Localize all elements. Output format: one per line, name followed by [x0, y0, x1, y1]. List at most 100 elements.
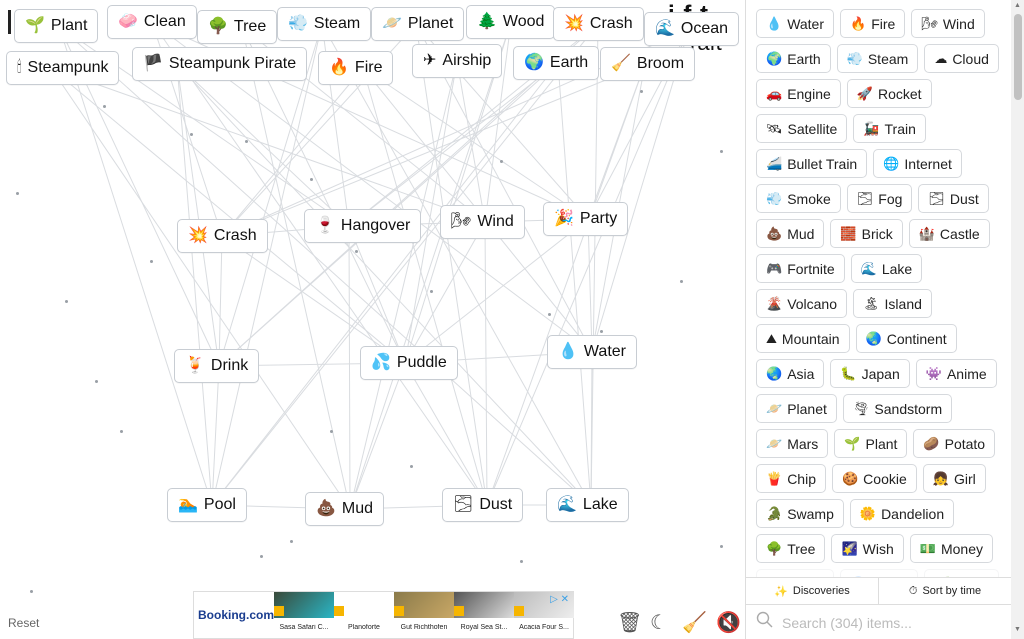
sidebar-item-planet[interactable]: 🪐 Planet [756, 394, 837, 423]
canvas-element-ocean[interactable]: 🌊 Ocean [644, 12, 740, 46]
canvas-element-dust[interactable]: 🌫 Dust [442, 488, 524, 522]
sidebar-item-volcano[interactable]: 🌋 Volcano [756, 289, 848, 318]
ad-tile[interactable]: Royal Sea St... [454, 592, 514, 638]
canvas-element-crash[interactable]: 💥 Crash [553, 7, 644, 41]
canvas-element-planet[interactable]: 🪐 Planet [371, 7, 465, 41]
canvas-element-steam[interactable]: 💨 Steam [277, 7, 372, 41]
sidebar-item-brick[interactable]: 🧱 Brick [830, 219, 903, 248]
sidebar-item-sandstorm[interactable]: 🌪 Sandstorm [842, 394, 953, 423]
canvas-element-wind[interactable]: 🌬 Wind [440, 205, 525, 239]
sidebar-item-continent[interactable]: 🌏 Continent [855, 324, 957, 353]
sidebar-item-mars[interactable]: 🪐 Mars [756, 429, 829, 458]
canvas-element-pool[interactable]: 🏊 Pool [167, 488, 247, 522]
sidebar-item-japan[interactable]: 🐛 Japan [830, 359, 910, 388]
ad-tile[interactable]: Sasa Safari C... [274, 592, 334, 638]
sidebar-item-earth[interactable]: 🌍 Earth [756, 44, 831, 73]
sidebar-item-mud[interactable]: 💩 Mud [756, 219, 825, 248]
sidebar-item-money[interactable]: 💵 Money [909, 534, 993, 563]
sidebar-item-plant[interactable]: 🌱 Plant [834, 429, 908, 458]
sidebar-item-dust[interactable]: 🌫 Dust [918, 184, 989, 213]
canvas-element-steampunk-pirate[interactable]: 🏴 Steampunk Pirate [132, 47, 308, 81]
item-icon: 🌪 [852, 400, 870, 416]
canvas-element-lake[interactable]: 🌊 Lake [546, 488, 629, 522]
sidebar-item-wish[interactable]: 🌠 Wish [831, 534, 904, 563]
scrollbar[interactable]: ▲ ▼ [1011, 0, 1024, 639]
sidebar-item-tree[interactable]: 🌳 Tree [756, 534, 826, 563]
canvas-element-wood[interactable]: 🌲 Wood [466, 5, 556, 39]
crafting-canvas[interactable]: i f t raft 🌱Plant🧼Clean🌳Tree💨Steam🪐Plane… [0, 0, 745, 639]
scrollbar-thumb[interactable] [1014, 14, 1022, 100]
ad-brand[interactable]: Booking.com [194, 608, 274, 622]
sidebar-item-fortnite[interactable]: 🎮 Fortnite [756, 254, 845, 283]
element-label: Plant [50, 17, 88, 34]
canvas-element-fire[interactable]: 🔥 Fire [318, 51, 394, 85]
canvas-element-tree[interactable]: 🌳 Tree [197, 10, 278, 44]
sidebar-item-mountain[interactable]: ⛰ Mountain [756, 324, 850, 353]
element-label: Clean [143, 13, 186, 30]
trash-icon[interactable]: 🗑 [617, 610, 642, 635]
canvas-element-steampunk[interactable]: 🕯 Steampunk [6, 51, 120, 85]
element-label: Crash [213, 227, 257, 244]
canvas-element-puddle[interactable]: 💦 Puddle [360, 346, 458, 380]
sidebar-item-cloud[interactable]: ☁ Cloud [924, 44, 999, 73]
canvas-element-crash[interactable]: 💥 Crash [177, 219, 268, 253]
canvas-element-hangover[interactable]: 🍷 Hangover [304, 209, 422, 243]
sidebar-item-dandelion[interactable]: 🌼 Dandelion [849, 499, 955, 528]
sidebar-item-fire[interactable]: 🔥 Fire [840, 9, 906, 38]
scroll-down-icon[interactable]: ▼ [1014, 626, 1021, 633]
sidebar-item-potato[interactable]: 🥔 Potato [913, 429, 996, 458]
discoveries-button[interactable]: ✨ Discoveries [746, 578, 878, 604]
ad-close-icon[interactable]: ▷ ✕ [550, 594, 569, 605]
mute-icon[interactable]: 🔇 [716, 610, 741, 635]
scroll-up-icon[interactable]: ▲ [1014, 2, 1021, 9]
items-row: 🌋 Volcano 🏝 Island [756, 289, 1011, 318]
canvas-element-clean[interactable]: 🧼 Clean [107, 5, 197, 39]
sidebar-item-rocket[interactable]: 🚀 Rocket [846, 79, 932, 108]
sidebar-item-steam[interactable]: 💨 Steam [836, 44, 919, 73]
canvas-element-drink[interactable]: 🍹 Drink [174, 349, 260, 383]
canvas-element-mud[interactable]: 💩 Mud [305, 492, 385, 526]
sidebar-item-storm[interactable]: 🌀Storm [839, 569, 919, 577]
sidebar-item-train[interactable]: 🚂 Train [853, 114, 926, 143]
sidebar-item-engine[interactable]: 🚗 Engine [756, 79, 841, 108]
sidebar-item-lake[interactable]: 🌊 Lake [850, 254, 923, 283]
sidebar-item-anime[interactable]: 👾 Anime [915, 359, 997, 388]
sidebar-item-castle[interactable]: 🏰 Castle [908, 219, 990, 248]
canvas-element-party[interactable]: 🎉 Party [543, 202, 629, 236]
sidebar-item-satellite[interactable]: 🛰 Satellite [756, 114, 848, 143]
sort-by-time-button[interactable]: ⏱ Sort by time [878, 578, 1011, 604]
sidebar-item-moss[interactable]: 🌿Moss [924, 569, 999, 577]
canvas-element-plant[interactable]: 🌱 Plant [14, 9, 99, 43]
sidebar-item-fog[interactable]: 🌫 Fog [846, 184, 913, 213]
sidebar-item-smoke[interactable]: 💨 Smoke [756, 184, 841, 213]
sidebar-item-chip[interactable]: 🍟 Chip [756, 464, 826, 493]
ad-tile[interactable]: Planoforte [334, 592, 394, 638]
sidebar-item-cookie[interactable]: 🍪 Cookie [831, 464, 917, 493]
sidebar-item-internet[interactable]: 🌐 Internet [873, 149, 962, 178]
items-row: 🚗 Engine 🚀 Rocket [756, 79, 1011, 108]
sidebar-item-water[interactable]: 💧 Water [756, 9, 835, 38]
canvas-element-earth[interactable]: 🌍 Earth [513, 46, 600, 80]
connection-line [362, 67, 589, 220]
search-input[interactable] [782, 614, 982, 631]
sidebar-item-swamp[interactable]: 🐊 Swamp [756, 499, 844, 528]
canvas-element-airship[interactable]: ✈ Airship [412, 44, 503, 78]
sidebar-item-girl[interactable]: 👧 Girl [922, 464, 986, 493]
item-label: Mars [787, 435, 819, 452]
item-label: Volcano [787, 295, 838, 312]
canvas-element-water[interactable]: 💧 Water [547, 335, 637, 369]
sidebar-item-wind[interactable]: 🌬 Wind [911, 9, 985, 38]
element-label: Planet [407, 15, 454, 32]
broom-icon[interactable]: 🧹 [682, 610, 707, 635]
sidebar-item-asia[interactable]: 🌏 Asia [756, 359, 825, 388]
sidebar-item-vapor[interactable]: 💨Vapor [756, 569, 834, 577]
canvas-element-broom[interactable]: 🧹 Broom [600, 47, 696, 81]
items-list[interactable]: 💧 Water 🔥 Fire 🌬 Wind 🌍 Earth 💨 Steam ☁ Cloud 🚗 Engin… [746, 0, 1011, 577]
ad-tile[interactable]: Gut Richthofen [394, 592, 454, 638]
reset-button[interactable]: Reset [8, 616, 39, 630]
item-icon: 🌱 [844, 435, 861, 451]
moon-icon[interactable]: ☾ [650, 610, 668, 635]
ad-banner[interactable]: Booking.com Sasa Safari C... Planoforte … [193, 591, 574, 639]
sidebar-item-island[interactable]: 🏝 Island [853, 289, 932, 318]
sidebar-item-bullet-train[interactable]: 🚄 Bullet Train [756, 149, 868, 178]
